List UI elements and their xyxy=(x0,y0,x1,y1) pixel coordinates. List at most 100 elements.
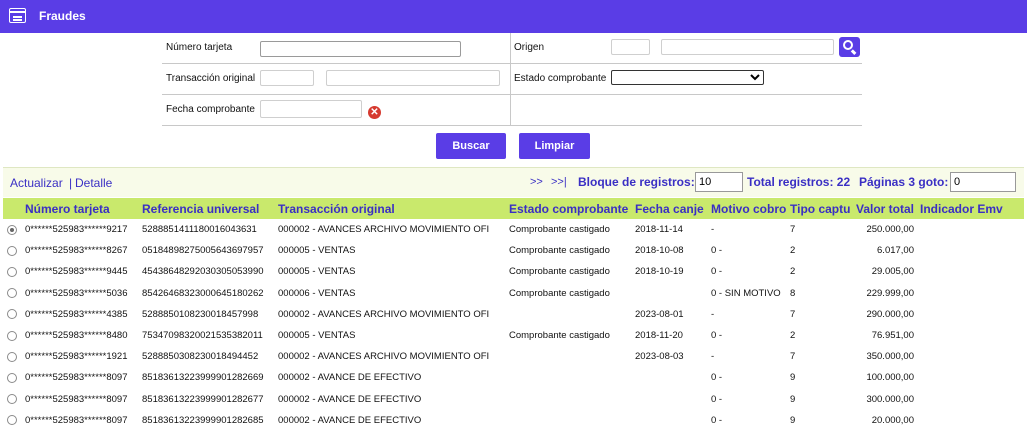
total-registros-label: Total registros: 22 xyxy=(747,175,851,189)
header-indicador-emv[interactable]: Indicador Emv xyxy=(918,198,1024,219)
detalle-link[interactable]: Detalle xyxy=(75,176,112,190)
limpiar-button[interactable]: Limpiar xyxy=(519,133,590,159)
bloque-registros-input[interactable] xyxy=(695,172,743,192)
estado-comprobante-cell xyxy=(507,346,633,367)
table-row[interactable]: 0******525983******4385 52888501082300184… xyxy=(3,303,1024,325)
last-page-link[interactable]: >>| xyxy=(551,176,567,188)
tipo-captura-cell: 9 xyxy=(790,393,796,405)
estado-comprobante-cell xyxy=(507,410,633,431)
estado-comprobante-cell xyxy=(507,367,633,388)
indicador-emv-cell xyxy=(918,346,1024,367)
header-fecha-canje[interactable]: Fecha canje xyxy=(633,198,709,219)
indicador-emv-cell xyxy=(918,410,1024,431)
referencia-universal-cell: 05184898275005643697957 xyxy=(142,245,264,257)
buscar-button[interactable]: Buscar xyxy=(436,133,506,159)
table-row[interactable]: 0******525983******8097 85183613223999901… xyxy=(3,388,1024,410)
table-row[interactable]: 0******525983******8097 85183613223999901… xyxy=(3,367,1024,389)
origen-desc-input[interactable] xyxy=(661,39,834,55)
fecha-comprobante-label: Fecha comprobante xyxy=(166,104,255,115)
origen-code-input[interactable] xyxy=(611,39,650,55)
fecha-canje-cell: 2018-11-14 xyxy=(635,224,683,236)
bloque-registros-label: Bloque de registros: xyxy=(578,175,695,189)
motivo-cobro-cell: 0 - xyxy=(711,330,723,342)
indicador-emv-cell xyxy=(918,304,1024,325)
table-row[interactable]: 0******525983******9445 45438648292030305… xyxy=(3,261,1024,283)
results-table: Número tarjeta Referencia universal Tran… xyxy=(3,198,1024,431)
row-radio-button[interactable] xyxy=(7,288,17,299)
header-select xyxy=(3,198,23,219)
row-radio-button[interactable] xyxy=(7,309,17,320)
fecha-comprobante-input[interactable] xyxy=(260,100,362,118)
table-row[interactable]: 0******525983******1921 52888503082300184… xyxy=(3,346,1024,368)
table-row[interactable]: 0******525983******8267 05184898275005643… xyxy=(3,240,1024,262)
row-radio-button[interactable] xyxy=(7,372,17,383)
fecha-canje-cell: 2018-10-19 xyxy=(635,266,684,278)
row-radio-button[interactable] xyxy=(7,330,17,341)
table-row[interactable]: 0******525983******9217 52888514111800160… xyxy=(3,219,1024,241)
fecha-canje-cell: 2023-08-01 xyxy=(635,308,684,320)
table-row[interactable]: 0******525983******8097 85183613223999901… xyxy=(3,409,1024,431)
estado-comprobante-label: Estado comprobante xyxy=(514,73,607,84)
estado-comprobante-cell xyxy=(507,389,633,410)
transaccion-original-cell: 000005 - VENTAS xyxy=(278,330,356,342)
referencia-universal-cell: 85426468323000645180262 xyxy=(142,287,264,299)
actualizar-link[interactable]: Actualizar xyxy=(10,176,63,190)
motivo-cobro-cell: 0 - xyxy=(711,372,723,384)
header-tipo-captura[interactable]: Tipo captura xyxy=(788,198,850,219)
valor-total-cell: 250.000,00 xyxy=(866,224,914,236)
estado-comprobante-select[interactable] xyxy=(611,70,764,85)
numero-tarjeta-cell: 0******525983******1921 xyxy=(25,351,128,363)
motivo-cobro-cell: 0 - xyxy=(711,266,723,278)
row-select-cell xyxy=(3,346,23,367)
header-valor-total[interactable]: Valor total xyxy=(850,198,918,219)
transaccion-original-cell: 000005 - VENTAS xyxy=(278,245,356,257)
row-radio-button[interactable] xyxy=(7,245,17,256)
referencia-universal-cell: 85183613223999901282685 xyxy=(142,414,264,426)
row-radio-button[interactable] xyxy=(7,266,17,277)
results-toolbar: Actualizar | Detalle >> >>| Bloque de re… xyxy=(3,167,1024,197)
motivo-cobro-cell: - xyxy=(711,224,715,236)
search-button[interactable] xyxy=(839,37,860,57)
indicador-emv-cell xyxy=(918,283,1024,304)
row-select-cell xyxy=(3,283,23,304)
row-select-cell xyxy=(3,304,23,325)
transaccion-original-desc-input[interactable] xyxy=(326,70,500,86)
tipo-captura-cell: 7 xyxy=(790,224,796,236)
row-radio-button[interactable] xyxy=(7,224,17,235)
tipo-captura-cell: 8 xyxy=(790,287,796,299)
fecha-canje-cell xyxy=(633,283,709,304)
row-radio-button[interactable] xyxy=(7,394,17,405)
fecha-canje-cell: 2018-10-08 xyxy=(635,245,684,257)
table-header-row: Número tarjeta Referencia universal Tran… xyxy=(3,198,1024,219)
paginas-goto-label: Páginas 3 goto: xyxy=(859,175,949,189)
row-select-cell xyxy=(3,410,23,431)
header-numero-tarjeta[interactable]: Número tarjeta xyxy=(23,198,140,219)
valor-total-cell: 229.999,00 xyxy=(866,287,914,299)
header-referencia-universal[interactable]: Referencia universal xyxy=(140,198,276,219)
numero-tarjeta-input[interactable] xyxy=(260,41,461,57)
row-radio-button[interactable] xyxy=(7,415,17,426)
header-estado-comprobante[interactable]: Estado comprobante xyxy=(507,198,633,219)
transaccion-original-code-input[interactable] xyxy=(260,70,314,86)
toolbar-separator: | xyxy=(69,176,73,190)
next-page-link[interactable]: >> xyxy=(530,176,543,188)
motivo-cobro-cell: - xyxy=(711,351,715,363)
valor-total-cell: 76.951,00 xyxy=(871,330,914,342)
motivo-cobro-cell: 0 - xyxy=(711,393,723,405)
header-motivo-cobro[interactable]: Motivo cobro xyxy=(709,198,788,219)
fecha-canje-cell xyxy=(633,389,709,410)
goto-page-input[interactable] xyxy=(950,172,1016,192)
fecha-canje-cell: 2023-08-03 xyxy=(635,351,684,363)
header-transaccion-original[interactable]: Transacción original xyxy=(276,198,507,219)
estado-comprobante-cell: Comprobante castigado xyxy=(509,224,610,236)
motivo-cobro-cell: - xyxy=(711,308,715,320)
row-radio-button[interactable] xyxy=(7,351,17,362)
table-row[interactable]: 0******525983******5036 85426468323000645… xyxy=(3,282,1024,304)
transaccion-original-cell: 000002 - AVANCES ARCHIVO MOVIMIENTO OFI xyxy=(278,224,490,236)
numero-tarjeta-cell: 0******525983******5036 xyxy=(25,287,128,299)
numero-tarjeta-cell: 0******525983******8097 xyxy=(25,372,128,384)
clear-date-icon[interactable]: ✕ xyxy=(368,106,381,119)
numero-tarjeta-cell: 0******525983******8267 xyxy=(25,245,128,257)
referencia-universal-cell: 52888501082300184579​98 xyxy=(142,308,259,320)
table-row[interactable]: 0******525983******8480 75347098320021535… xyxy=(3,324,1024,347)
